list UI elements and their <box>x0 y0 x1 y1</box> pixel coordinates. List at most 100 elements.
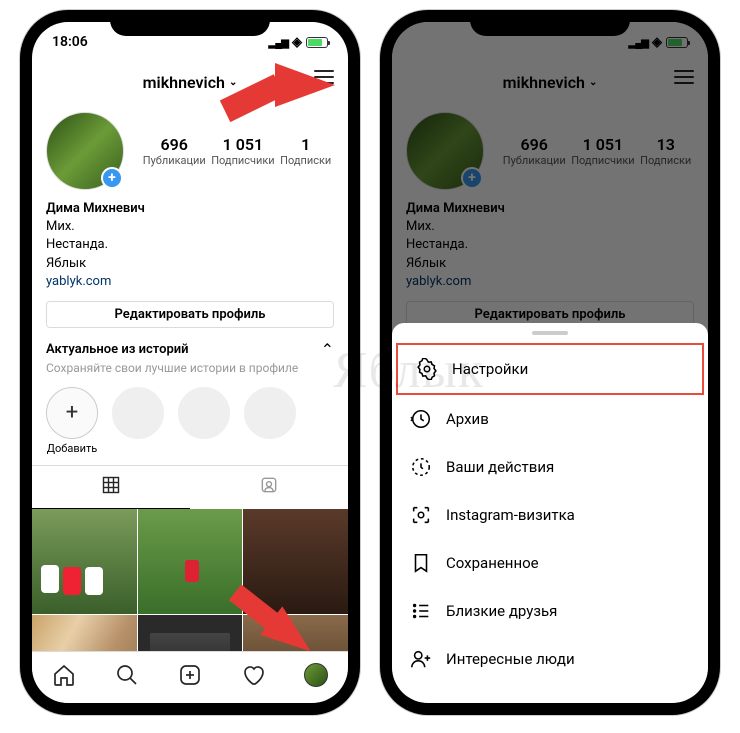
bio-line2: Нестанда. <box>406 236 694 254</box>
highlight-placeholder <box>112 387 164 439</box>
profile-avatar[interactable]: + <box>406 112 484 190</box>
highlight-add-label: Добавить <box>46 442 98 455</box>
profile-bio: Дима Михневич Мих. Нестанда. Яблык yably… <box>32 200 348 301</box>
menu-activity-label: Ваши действия <box>446 458 554 476</box>
nametag-icon <box>410 504 432 526</box>
bio-link[interactable]: yablyk.com <box>406 273 694 291</box>
stat-followers-number: 1 051 <box>211 135 274 154</box>
bookmark-icon <box>410 552 432 574</box>
post-thumbnail[interactable] <box>138 509 243 614</box>
username-dropdown[interactable]: mikhnevich ⌄ <box>143 73 238 92</box>
menu-close-friends-label: Близкие друзья <box>446 602 557 620</box>
stat-following-number: 13 <box>640 135 691 154</box>
stat-posts-label: Публикации <box>503 154 566 167</box>
grid-icon <box>101 475 121 495</box>
stat-followers-label: Подписчики <box>211 154 274 167</box>
highlight-add[interactable]: + Добавить <box>46 387 98 455</box>
signal-icon <box>269 35 288 50</box>
profile-summary: + 696 Публикации 1 051 Подписчики 1 Подп… <box>32 102 348 200</box>
menu-settings[interactable]: Настройки <box>396 343 704 395</box>
profile-stats: 696 Публикации 1 051 Подписчики 1 Подпис… <box>140 135 334 167</box>
phone-frame-left: 18:06 mikhnevich ⌄ + 696 П <box>20 10 360 715</box>
highlights-row: + Добавить <box>32 383 348 465</box>
highlights-title: Актуальное из историй <box>46 342 189 357</box>
menu-nametag[interactable]: Instagram-визитка <box>392 491 708 539</box>
battery-icon <box>306 37 328 48</box>
sheet-handle[interactable] <box>532 331 568 335</box>
iphone-notch <box>110 10 270 36</box>
highlight-placeholder <box>244 387 296 439</box>
stat-following-label: Подписки <box>280 154 331 167</box>
list-icon <box>410 600 432 622</box>
status-time: 18:06 <box>52 34 88 50</box>
tab-tagged[interactable] <box>190 466 348 509</box>
menu-activity[interactable]: Ваши действия <box>392 443 708 491</box>
bio-line3: Яблык <box>406 255 694 273</box>
iphone-notch <box>470 10 630 36</box>
phone-frame-right: mikhnevich ⌄ + 696 Публикации 1 051 Подп… <box>380 10 720 715</box>
home-icon <box>52 663 76 687</box>
username-text: mikhnevich <box>143 73 225 92</box>
battery-icon <box>666 37 688 48</box>
stat-followers[interactable]: 1 051 Подписчики <box>571 135 634 167</box>
menu-saved[interactable]: Сохраненное <box>392 539 708 587</box>
nav-activity[interactable] <box>241 663 265 687</box>
stat-following[interactable]: 1 Подписки <box>280 135 331 167</box>
status-indicators <box>629 35 688 50</box>
stat-followers[interactable]: 1 051 Подписчики <box>211 135 274 167</box>
menu-close-friends[interactable]: Близкие друзья <box>392 587 708 635</box>
chevron-up-icon: ⌃ <box>321 340 334 359</box>
profile-stats: 696 Публикации 1 051 Подписчики 13 Подпи… <box>500 135 694 167</box>
stat-following[interactable]: 13 Подписки <box>640 135 691 167</box>
post-thumbnail[interactable] <box>32 509 137 614</box>
bio-line1: Мих. <box>46 218 334 236</box>
nav-search[interactable] <box>115 663 139 687</box>
menu-button[interactable] <box>674 70 694 84</box>
profile-bio: Дима Михневич Мих. Нестанда. Яблык yably… <box>392 200 708 301</box>
wifi-icon <box>292 35 302 50</box>
bio-name: Дима Михневич <box>406 200 694 218</box>
bio-name: Дима Михневич <box>46 200 334 218</box>
tagged-icon <box>259 475 279 495</box>
menu-settings-label: Настройки <box>452 360 528 378</box>
status-indicators <box>269 35 328 50</box>
profile-avatar[interactable]: + <box>46 112 124 190</box>
stat-posts[interactable]: 696 Публикации <box>503 135 566 167</box>
bio-link[interactable]: yablyk.com <box>46 273 334 291</box>
stat-posts-number: 696 <box>503 135 566 154</box>
profile-header: mikhnevich ⌄ <box>392 62 708 102</box>
menu-nametag-label: Instagram-визитка <box>446 506 575 524</box>
discover-people-icon <box>410 648 432 670</box>
screen-left: 18:06 mikhnevich ⌄ + 696 П <box>32 22 348 703</box>
username-dropdown[interactable]: mikhnevich ⌄ <box>503 73 598 92</box>
stat-posts-label: Публикации <box>143 154 206 167</box>
stat-posts-number: 696 <box>143 135 206 154</box>
archive-icon <box>410 408 432 430</box>
nav-profile[interactable] <box>304 663 328 687</box>
edit-profile-button[interactable]: Редактировать профиль <box>46 301 334 328</box>
tab-grid[interactable] <box>32 466 190 509</box>
highlights-header[interactable]: Актуальное из историй ⌃ <box>32 340 348 359</box>
gear-icon <box>416 358 438 380</box>
username-text: mikhnevich <box>503 73 585 92</box>
nav-new-post[interactable] <box>178 663 202 687</box>
add-story-icon[interactable]: + <box>101 167 123 189</box>
menu-archive-label: Архив <box>446 410 489 428</box>
highlights-subtitle: Сохраняйте свои лучшие истории в профиле <box>32 359 348 383</box>
nav-home[interactable] <box>52 663 76 687</box>
bio-line2: Нестанда. <box>46 236 334 254</box>
heart-icon <box>241 663 265 687</box>
menu-discover[interactable]: Интересные люди <box>392 635 708 683</box>
signal-icon <box>629 35 648 50</box>
screen-right: mikhnevich ⌄ + 696 Публикации 1 051 Подп… <box>392 22 708 703</box>
highlight-placeholder <box>178 387 230 439</box>
tutorial-arrow-menu <box>275 63 335 107</box>
stat-followers-number: 1 051 <box>571 135 634 154</box>
stat-posts[interactable]: 696 Публикации <box>143 135 206 167</box>
plus-icon: + <box>46 387 98 439</box>
profile-summary: + 696 Публикации 1 051 Подписчики 13 Под… <box>392 102 708 200</box>
menu-sheet: Настройки Архив Ваши действия Instagram-… <box>392 323 708 703</box>
add-story-icon[interactable]: + <box>461 167 483 189</box>
menu-archive[interactable]: Архив <box>392 395 708 443</box>
stat-following-label: Подписки <box>640 154 691 167</box>
